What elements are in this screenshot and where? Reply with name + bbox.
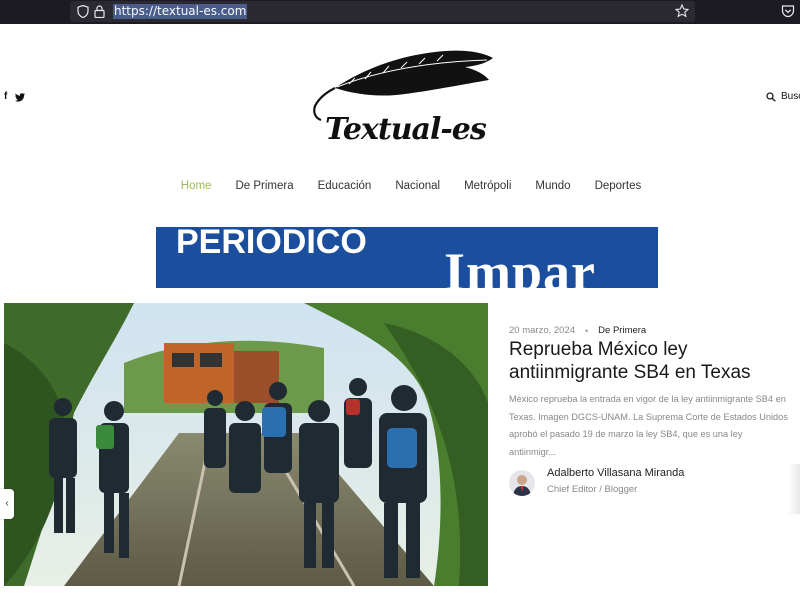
article-excerpt: México reprueba la entrada en vigor de l… <box>509 394 788 457</box>
article-category[interactable]: De Primera <box>598 325 646 336</box>
nav-item-nacional[interactable]: Nacional <box>395 176 440 196</box>
twitter-icon[interactable] <box>15 92 26 102</box>
author-name[interactable]: Adalberto Villasana Miranda <box>547 467 684 479</box>
browser-toolbar: https://textual-es.com <box>0 0 800 24</box>
article-title[interactable]: Reprueba México ley antiinmigrante SB4 e… <box>509 338 789 384</box>
nav-item-home[interactable]: Home <box>181 176 212 196</box>
lock-icon[interactable] <box>94 5 105 18</box>
pocket-icon[interactable] <box>781 4 795 18</box>
author-role: Chief Editor / Blogger <box>547 484 638 495</box>
ad-banner[interactable]: PERIODICO Impar <box>156 227 658 288</box>
nav-item-metropoli[interactable]: Metrópoli <box>464 176 511 196</box>
web-page: f Busc Textual-es Home De Primera Educac… <box>0 24 800 600</box>
nav-item-educacion[interactable]: Educación <box>318 176 372 196</box>
nav-item-deportes[interactable]: Deportes <box>595 176 642 196</box>
chevron-left-icon: ‹ <box>5 498 9 509</box>
site-logo[interactable]: Textual-es <box>305 42 505 158</box>
slider-prev-button[interactable]: ‹ <box>0 489 14 519</box>
star-icon[interactable] <box>675 4 689 18</box>
url-text[interactable]: https://textual-es.com <box>113 4 248 19</box>
article-date: 20 marzo, 2024 <box>509 325 576 336</box>
nav-item-mundo[interactable]: Mundo <box>535 176 570 196</box>
shield-icon[interactable] <box>77 5 89 18</box>
facebook-icon[interactable]: f <box>4 92 7 102</box>
banner-line-1: PERIODICO <box>176 227 367 261</box>
hero-image[interactable] <box>4 303 488 586</box>
side-shadow <box>788 464 800 514</box>
search-icon <box>766 91 776 102</box>
logo-text: Textual-es <box>325 112 487 147</box>
search-link[interactable]: Busc <box>766 91 800 102</box>
search-label: Busc <box>781 91 800 102</box>
meta-separator: • <box>585 325 589 336</box>
social-links: f <box>4 92 26 102</box>
author-avatar[interactable] <box>509 470 535 496</box>
address-bar[interactable]: https://textual-es.com <box>70 1 695 22</box>
nav-item-de-primera[interactable]: De Primera <box>235 176 293 196</box>
main-nav: Home De Primera Educación Nacional Metró… <box>0 176 800 196</box>
article-meta: 20 marzo, 2024 • De Primera <box>509 325 646 336</box>
banner-line-2: Impar <box>444 242 596 288</box>
